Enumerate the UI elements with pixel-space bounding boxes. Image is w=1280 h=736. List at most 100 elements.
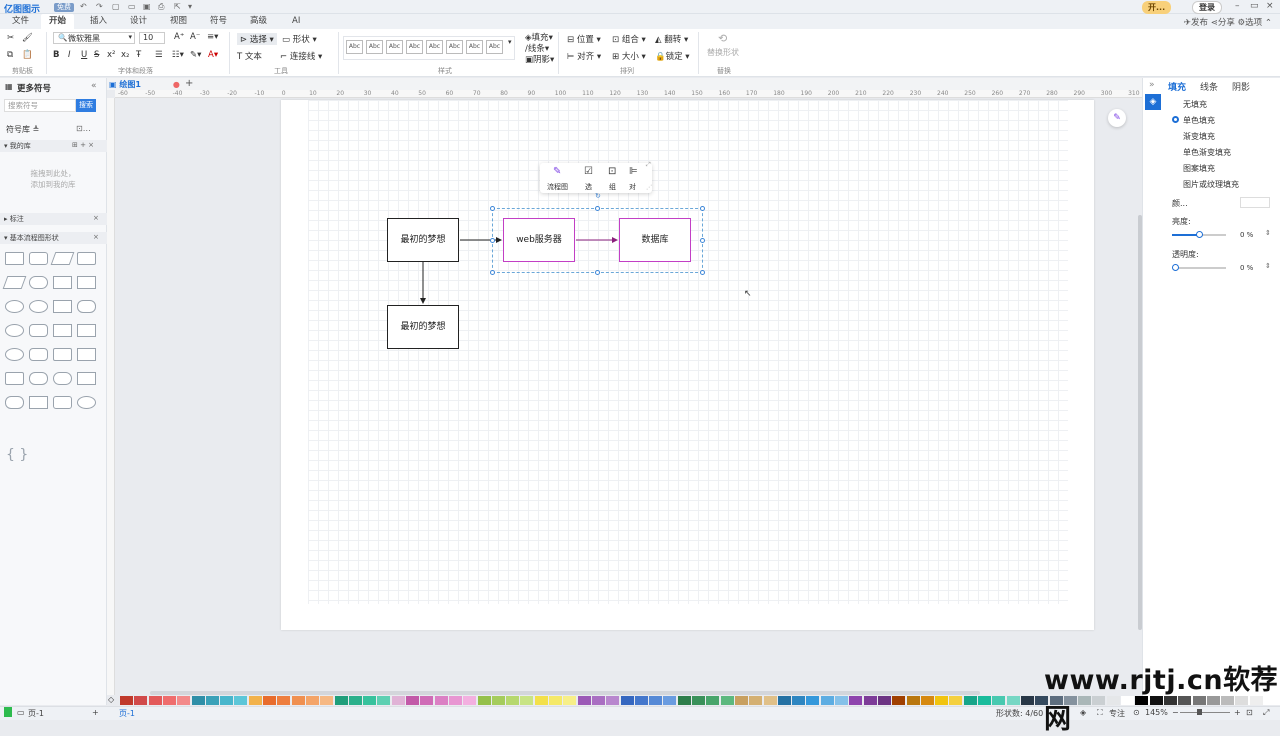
color-swatch[interactable] — [491, 696, 505, 705]
text-tool-button[interactable]: T 文本 — [237, 50, 262, 62]
undo-icon[interactable]: ↶ — [80, 2, 87, 11]
color-swatch[interactable] — [1020, 696, 1034, 705]
color-swatch[interactable] — [706, 696, 720, 705]
color-swatch[interactable] — [391, 696, 405, 705]
tab-design[interactable]: 设计 — [122, 14, 155, 29]
color-swatch[interactable] — [978, 696, 991, 705]
tab-line[interactable]: 线条 — [1200, 80, 1218, 93]
expand-icon[interactable]: ⤢ — [646, 161, 651, 169]
style-preset[interactable]: Abc — [406, 40, 423, 54]
color-swatch[interactable] — [305, 696, 319, 705]
tab-insert[interactable]: 插入 — [82, 14, 115, 29]
flowchart-shape-thumbnail[interactable] — [53, 300, 72, 313]
style-preset[interactable]: Abc — [446, 40, 463, 54]
color-swatch[interactable] — [720, 696, 734, 705]
style-preset[interactable]: Abc — [426, 40, 443, 54]
group-button[interactable]: ⊡ 组合 ▾ — [612, 33, 646, 45]
color-swatch[interactable] — [763, 696, 777, 705]
color-swatch[interactable] — [263, 696, 276, 705]
page-tab-1[interactable]: 页-1 — [119, 708, 135, 719]
ai-assistant-button[interactable]: ✎ — [1108, 109, 1126, 127]
resize-handle[interactable] — [595, 270, 600, 275]
flowchart-shape-thumbnail[interactable] — [77, 300, 96, 313]
highlight-icon[interactable]: ✎▾ — [190, 50, 201, 60]
color-swatch[interactable] — [277, 696, 291, 705]
color-swatch[interactable] — [620, 696, 634, 705]
flowchart-shape-thumbnail[interactable] — [29, 348, 48, 361]
color-swatch[interactable] — [835, 696, 848, 705]
align-button[interactable]: ⊨ 对齐 ▾ — [567, 50, 601, 62]
brightness-thumb[interactable] — [1196, 231, 1203, 238]
publish-button[interactable]: 发布 — [1191, 18, 1208, 28]
stepper-icon[interactable]: ⇕ — [1265, 262, 1271, 270]
flowchart-shape-thumbnail[interactable] — [29, 252, 48, 265]
expand-panel-icon[interactable]: » — [1149, 80, 1155, 90]
color-swatch[interactable] — [234, 696, 248, 705]
color-swatch[interactable] — [134, 696, 148, 705]
radio-selected-icon[interactable] — [1172, 116, 1179, 123]
flowchart-shape-thumbnail[interactable] — [77, 372, 96, 385]
color-swatch[interactable] — [520, 696, 534, 705]
symbol-library-dropdown[interactable]: 符号库 ≜ — [6, 124, 39, 135]
color-swatch[interactable] — [434, 696, 448, 705]
flowchart-shape-thumbnail[interactable] — [77, 348, 96, 361]
flowchart-shape-thumbnail[interactable] — [29, 276, 48, 289]
bullet-list-icon[interactable]: ☰ — [155, 50, 163, 60]
no-fill-icon[interactable]: ◇ — [108, 695, 114, 704]
color-swatch[interactable] — [863, 696, 877, 705]
login-button[interactable]: 登录 — [1192, 1, 1222, 14]
underline-button[interactable]: U — [81, 50, 87, 60]
color-swatch[interactable] — [406, 696, 419, 705]
braces-shape-thumbnail[interactable]: { } — [6, 447, 28, 463]
font-family-select[interactable]: 🔍 微软雅黑 ▾ — [53, 32, 135, 44]
symbol-search-input[interactable]: 搜索符号 — [4, 99, 76, 112]
flowchart-shape-thumbnail[interactable] — [50, 252, 75, 265]
flowchart-shape-thumbnail[interactable] — [2, 276, 27, 289]
flowchart-shape-thumbnail[interactable] — [5, 324, 24, 337]
floating-align-button[interactable]: 对 — [629, 182, 636, 192]
color-swatch[interactable] — [992, 696, 1006, 705]
flowchart-shape-thumbnail[interactable] — [53, 276, 72, 289]
color-picker[interactable] — [1240, 197, 1270, 208]
flowchart-shape-thumbnail[interactable] — [29, 396, 48, 409]
flowchart-shape-thumbnail[interactable] — [5, 396, 24, 409]
flowchart-shape-thumbnail[interactable] — [53, 396, 72, 409]
fill-option-gradient[interactable]: 渐变填充 — [1183, 131, 1215, 142]
redo-icon[interactable]: ↷ — [96, 2, 103, 11]
vip-button[interactable]: 开... — [1142, 1, 1172, 14]
tab-file[interactable]: 文件 — [4, 14, 37, 29]
resize-handle[interactable] — [490, 206, 495, 211]
select-tool-button[interactable]: ⊳ 选择 ▾ — [237, 33, 277, 45]
new-icon[interactable]: ▢ — [112, 2, 120, 11]
tab-ai[interactable]: AI — [284, 14, 308, 29]
flowchart-shape-thumbnail[interactable] — [5, 252, 24, 265]
strikethrough-button[interactable]: S — [94, 50, 99, 60]
flowchart-shape-thumbnail[interactable] — [5, 348, 24, 361]
tab-symbol[interactable]: 符号 — [202, 14, 235, 29]
flow-node-bottom[interactable]: 最初的梦想 — [387, 305, 459, 349]
flip-button[interactable]: ◭ 翻转 ▾ — [655, 33, 688, 45]
more-icon[interactable]: ▾ — [188, 2, 192, 11]
font-grow-icon[interactable]: A⁺ — [174, 32, 184, 42]
gallery-more-icon[interactable]: ▾ — [508, 38, 512, 46]
color-swatch[interactable] — [448, 696, 462, 705]
color-swatch[interactable] — [849, 696, 863, 705]
color-swatch[interactable] — [506, 696, 520, 705]
color-swatch[interactable] — [577, 696, 591, 705]
spacing-icon[interactable]: Ŧ — [136, 50, 141, 60]
color-swatch[interactable] — [649, 696, 663, 705]
italic-button[interactable]: I — [68, 50, 71, 60]
fill-option-solid[interactable]: 单色填充 — [1183, 115, 1215, 126]
color-swatch[interactable] — [806, 696, 820, 705]
style-preset[interactable]: Abc — [366, 40, 383, 54]
color-swatch[interactable] — [606, 696, 620, 705]
flowchart-shape-thumbnail[interactable] — [77, 324, 96, 337]
document-tab-active[interactable]: ▣ 绘图1 ● — [109, 79, 180, 90]
style-preset[interactable]: Abc — [466, 40, 483, 54]
replace-shape-button[interactable]: 替换形状 — [707, 47, 739, 58]
flowchart-shape-thumbnail[interactable] — [5, 300, 24, 313]
color-swatch[interactable] — [963, 696, 977, 705]
print-icon[interactable]: ⎙ — [158, 2, 164, 12]
flowchart-shape-thumbnail[interactable] — [77, 396, 96, 409]
style-preset[interactable]: Abc — [346, 40, 363, 54]
